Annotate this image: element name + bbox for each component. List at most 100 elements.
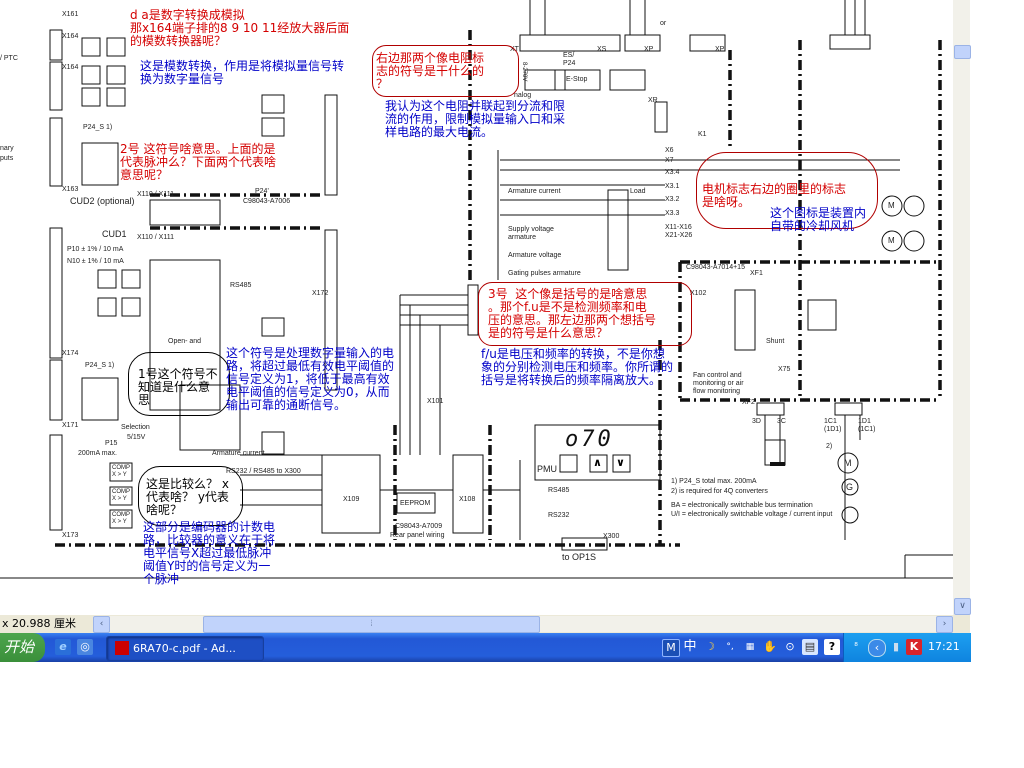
tacho-symbol: G — [846, 482, 854, 492]
label-x174: X174 — [62, 350, 79, 357]
label-x102: X102 — [690, 290, 707, 297]
question-1: 1号这个符号不 知道是什么意 思 — [138, 367, 218, 407]
scroll-left-button[interactable]: ‹ — [93, 616, 110, 633]
label-gating-pulses: Gating pulses armature — [508, 270, 581, 277]
label-x75: X75 — [778, 366, 791, 373]
label-x11-x16: X11-X16 X21-X26 — [665, 224, 693, 239]
ime-icon[interactable]: M — [662, 639, 680, 657]
label-pmu: PMU — [537, 464, 557, 474]
label-x32: X3.2 — [665, 196, 680, 203]
label-comp: COMP X > Y — [112, 465, 130, 478]
scroll-down-button[interactable]: ∨ — [954, 598, 971, 615]
label-eeprom: EEPROM — [400, 500, 431, 507]
quick-launch-icon[interactable]: ◎ — [77, 639, 93, 655]
label-to-op1s: to OP1S — [562, 552, 597, 562]
taskbar-item-label: 6RA70-c.pdf - Ad... — [133, 642, 236, 655]
label-binary: nary — [0, 145, 14, 152]
answer-1: 这个符号是处理数字量输入的电 路，将超过最低有效电平阈值的 信号定义为1，将低于… — [226, 346, 395, 412]
label-xf2: XF2 — [742, 399, 755, 406]
scroll-thumb[interactable] — [954, 45, 971, 59]
label-armature-voltage: Armature voltage — [508, 252, 562, 259]
label-x110: X110 / X111 — [137, 234, 174, 241]
label-x163: X163 — [62, 186, 79, 193]
label-1d1: 1D1 (1C1) — [858, 418, 876, 433]
label-shunt: Shunt — [766, 338, 785, 345]
label-n10: N10 ± 1% / 10 mA — [67, 258, 124, 265]
moon-icon[interactable]: ☽ — [702, 639, 718, 655]
label-3c: 3C — [777, 418, 786, 425]
tray-icon[interactable]: ▤ — [802, 639, 818, 655]
footnote-ba: BA = electronically switchable bus termi… — [671, 502, 813, 509]
label-x6: X6 — [665, 147, 674, 154]
label-x34: X3.4 — [665, 169, 680, 176]
label-x109: X109 — [343, 496, 360, 503]
desktop-screen: X161 X164 X164 / PTC P24_S 1) nary puts … — [0, 0, 971, 662]
expand-tray-icon[interactable]: ‹ — [868, 639, 886, 657]
label-xp: XP — [715, 46, 725, 53]
status-bar: x 20.988 厘米 ‹ ⦙ › — [0, 615, 970, 633]
label-200ma: 200mA max. — [78, 450, 117, 457]
label-load: Load — [630, 188, 646, 195]
tray-icon[interactable]: ⊙ — [782, 639, 798, 655]
question-resistor: 右边那两个像电阻标 志的符号是干什么的 ？ — [376, 51, 485, 91]
label-note2: 2) — [826, 443, 833, 450]
internet-explorer-icon[interactable]: e — [55, 639, 71, 655]
label-1c1: 1C1 (1D1) — [824, 418, 842, 433]
label-rs232: RS232 — [548, 512, 570, 519]
punctuation-icon[interactable]: °, — [722, 639, 738, 655]
answer-comparator: 这部分是编码器的计数电 路，比较器的意义在于将 电平信号X超过最低脉冲 阈值Y时… — [143, 520, 276, 586]
label-selection: Selection — [121, 424, 150, 431]
label-x173: X173 — [62, 532, 79, 539]
label-xs: XS — [597, 46, 607, 53]
vertical-scrollbar[interactable]: ∨ — [953, 0, 971, 615]
label-x164: X164 — [62, 64, 79, 71]
antivirus-icon[interactable]: K — [906, 639, 922, 655]
scroll-thumb[interactable]: ⦙ — [203, 616, 540, 633]
label-x161: X161 — [62, 11, 79, 18]
question-comparator: 这是比较么？ x 代表啥？ y代表 啥呢？ — [146, 477, 229, 517]
label-p24p: P24' — [255, 188, 269, 195]
taskbar: 开始 e ◎ 6RA70-c.pdf - Ad... M 中 ☽ °, ▦ ✋ … — [0, 633, 971, 662]
question-2: 2号 这符号啥意思。上面的是 代表脉冲么？下面两个代表啥 意思呢？ — [120, 142, 277, 182]
motor-icon: M — [888, 201, 895, 210]
scroll-right-button[interactable]: › — [936, 616, 953, 633]
label-xr: XR — [648, 97, 658, 104]
answer-motor: 这个图标是装置内 自带的冷却风机 — [770, 206, 867, 233]
label-supply-voltage: Supply voltage armature — [508, 226, 554, 241]
label-x108: X108 — [459, 496, 476, 503]
help-icon[interactable]: ? — [824, 639, 840, 655]
label-or: or — [660, 20, 667, 27]
footnote-1: 1) P24_S total max. 200mA — [671, 478, 757, 485]
label-inputs: puts — [0, 155, 14, 162]
label-fan-control: Fan control and monitoring or air flow m… — [693, 372, 744, 395]
label-estop: E-Stop — [566, 76, 588, 83]
answer-3: f/u是电压和频率的转换，不是你想 象的分别检测电压和频率。你所谓的 括号是将转… — [481, 347, 674, 387]
label-x101: X101 — [427, 398, 444, 405]
label-3d: 3D — [752, 418, 761, 425]
start-button[interactable]: 开始 — [0, 633, 45, 662]
motor-icon: M — [888, 236, 895, 245]
label-k1: K1 — [698, 131, 707, 138]
pmu-up-key: ∧ — [593, 456, 602, 469]
label-xp: XP — [644, 46, 654, 53]
label-rs485: RS485 — [230, 282, 252, 289]
question-3: 3号 这个像是括号的是啥意思 。那个f.u是不是检测频率和电 压的意思。那左边那… — [488, 287, 657, 340]
label-es-p24: ES/ P24 — [563, 52, 576, 67]
taskbar-item-pdf[interactable]: 6RA70-c.pdf - Ad... — [106, 636, 264, 661]
label-p24s: P24_S 1) — [83, 124, 113, 131]
tray-icon[interactable]: ⁸ — [848, 639, 864, 655]
keyboard-icon[interactable]: ▦ — [742, 639, 758, 655]
horizontal-scrollbar[interactable]: ‹ ⦙ › — [93, 616, 953, 633]
label-c98043-7009: C98043-A7009 — [395, 523, 443, 530]
page-size-label: x 20.988 厘米 — [2, 617, 76, 630]
tray-icon[interactable]: ✋ — [762, 639, 778, 655]
label-p15: P15 — [105, 440, 118, 447]
label-x164: X164 — [62, 33, 79, 40]
label-c98043-7006: C98043-A7006 — [243, 198, 291, 205]
label-8-270v: 8-270V — [521, 62, 527, 82]
network-icon[interactable]: ▮ — [888, 639, 904, 655]
answer-resistor: 我认为这个电阻并联起到分流和限 流的作用，限制模拟量输入口和采 样电路的最大电流… — [385, 99, 566, 139]
ime-mode[interactable]: 中 — [682, 639, 698, 655]
label-x171: X171 — [62, 422, 79, 429]
label-comp: COMP X > Y — [112, 512, 130, 525]
